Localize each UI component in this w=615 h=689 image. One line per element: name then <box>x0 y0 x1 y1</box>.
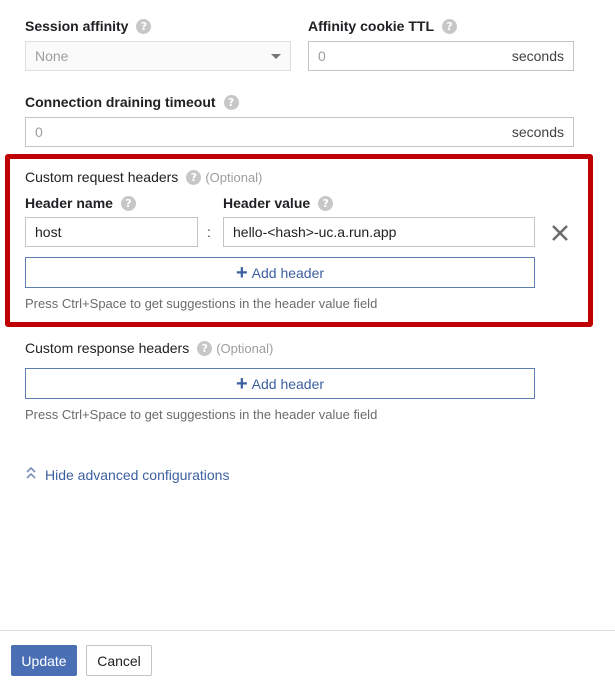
header-value-label-row: Header value ? <box>223 195 334 211</box>
help-icon[interactable]: ? <box>318 195 334 211</box>
draining-timeout-value: 0 <box>35 124 43 140</box>
header-name-label: Header name <box>25 195 113 211</box>
header-value-input[interactable]: hello-<hash>-uc.a.run.app <box>223 217 535 247</box>
draining-label-row: Connection draining timeout ? <box>25 94 239 110</box>
affinity-ttl-label: Affinity cookie TTL <box>308 18 434 34</box>
affinity-ttl-value: 0 <box>318 48 326 64</box>
header-value-value: hello-<hash>-uc.a.run.app <box>233 224 397 240</box>
help-icon[interactable]: ? <box>186 169 202 185</box>
close-icon[interactable] <box>549 222 571 244</box>
response-headers-hint: Press Ctrl+Space to get suggestions in t… <box>25 407 378 422</box>
header-name-value: host <box>35 224 62 240</box>
add-request-header-button[interactable]: + Add header <box>25 257 535 288</box>
affinity-ttl-input[interactable]: 0 seconds <box>308 41 574 71</box>
plus-icon: + <box>235 372 248 395</box>
response-headers-label: Custom response headers <box>25 340 190 356</box>
help-icon[interactable]: ? <box>197 340 213 356</box>
add-request-header-label: Add header <box>251 264 325 281</box>
footer-divider <box>0 630 615 631</box>
session-affinity-label-row: Session affinity ? <box>25 18 152 34</box>
response-headers-optional: (Optional) <box>216 340 274 356</box>
request-headers-label: Custom request headers <box>25 169 179 185</box>
draining-timeout-input[interactable]: 0 seconds <box>25 117 574 147</box>
session-affinity-select[interactable]: None <box>25 41 291 71</box>
draining-label: Connection draining timeout <box>25 94 216 110</box>
header-name-label-row: Header name ? <box>25 195 136 211</box>
cancel-button[interactable]: Cancel <box>86 645 152 676</box>
session-affinity-value: None <box>35 48 69 64</box>
header-separator: : <box>207 224 211 240</box>
update-button[interactable]: Update <box>11 645 77 676</box>
chevron-up-icon <box>25 466 37 483</box>
request-headers-hint: Press Ctrl+Space to get suggestions in t… <box>25 296 378 311</box>
response-headers-label-row: Custom response headers ? (Optional) <box>25 340 273 356</box>
add-response-header-button[interactable]: + Add header <box>25 368 535 399</box>
chevron-down-icon <box>271 53 281 59</box>
request-headers-label-row: Custom request headers ? (Optional) <box>25 169 262 185</box>
help-icon[interactable]: ? <box>120 195 136 211</box>
add-response-header-label: Add header <box>251 375 325 392</box>
help-icon[interactable]: ? <box>136 18 152 34</box>
header-value-label: Header value <box>223 195 311 211</box>
affinity-ttl-label-row: Affinity cookie TTL ? <box>308 18 457 34</box>
help-icon[interactable]: ? <box>223 94 239 110</box>
hide-advanced-link[interactable]: Hide advanced configurations <box>25 466 229 483</box>
header-name-input[interactable]: host <box>25 217 198 247</box>
session-affinity-label: Session affinity <box>25 18 129 34</box>
hide-advanced-label: Hide advanced configurations <box>45 466 230 483</box>
affinity-ttl-suffix: seconds <box>511 48 564 64</box>
help-icon[interactable]: ? <box>442 18 457 34</box>
plus-icon: + <box>235 261 248 284</box>
request-headers-optional: (Optional) <box>205 169 263 185</box>
draining-timeout-suffix: seconds <box>511 124 564 140</box>
